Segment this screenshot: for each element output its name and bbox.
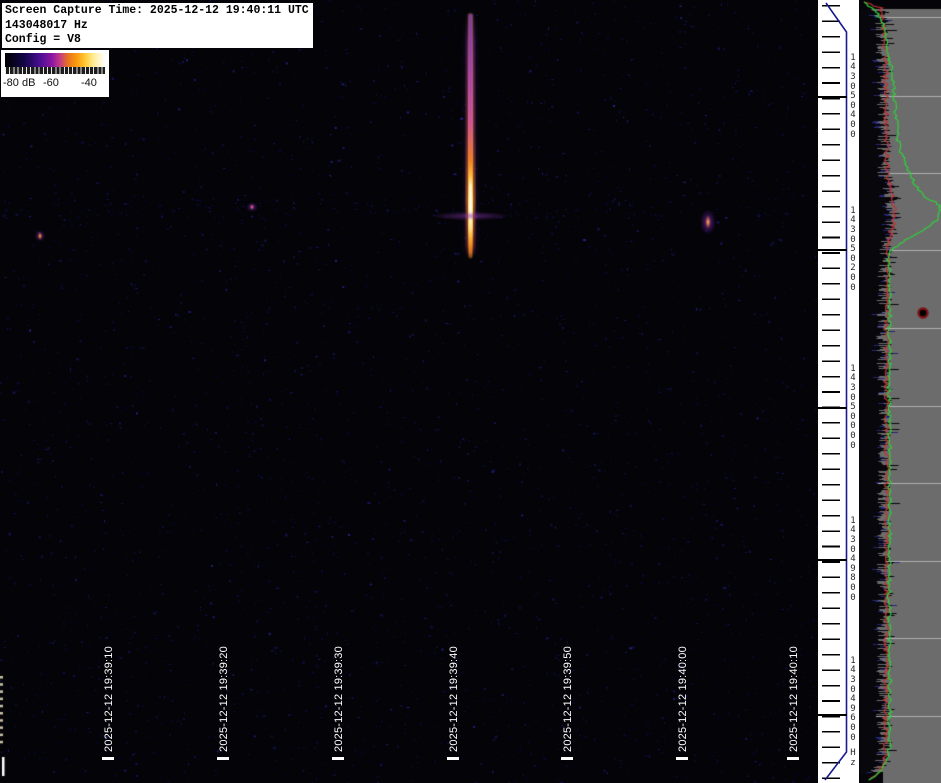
colorbar-label-mid: -60 — [43, 77, 59, 89]
frequency-axis-label: 143050200 — [847, 207, 859, 293]
time-axis-label: 2025-12-12 19:39:50 — [562, 646, 574, 752]
colorbar-label-max: -40 — [81, 77, 97, 89]
frequency-axis-label: 143050400 — [847, 54, 859, 140]
frequency-major-tick — [818, 559, 847, 561]
time-axis-label: 2025-12-12 19:40:00 — [677, 646, 689, 752]
time-axis-label: 2025-12-12 19:39:30 — [333, 646, 345, 752]
colorbar-legend: -80 dB -60 -40 — [1, 50, 109, 97]
waterfall-spectrogram-canvas — [0, 0, 818, 783]
time-axis-label-underline — [787, 757, 799, 760]
colorbar-scale-labels: -80 dB -60 -40 — [1, 75, 109, 95]
time-axis-label: 2025-12-12 19:39:40 — [448, 646, 460, 752]
meteor-monitor-screen: 143050400 143050200 143050000 143049800 1430… — [0, 0, 941, 783]
capture-time-text: Screen Capture Time: 2025-12-12 19:40:11… — [5, 4, 313, 19]
time-axis-label: 2025-12-12 19:39:10 — [103, 646, 115, 752]
frequency-axis-label: 143049800 — [847, 517, 859, 603]
capture-info-overlay: Screen Capture Time: 2025-12-12 19:40:11… — [2, 3, 313, 48]
time-axis-label: 2025-12-12 19:39:20 — [218, 646, 230, 752]
colorbar-label-min: -80 dB — [3, 77, 35, 89]
frequency-axis-unit: Hz — [847, 749, 859, 768]
colorbar-tick-comb — [5, 67, 105, 74]
time-axis-label-underline — [332, 757, 344, 760]
time-axis-label-underline — [561, 757, 573, 760]
time-axis-label-underline — [447, 757, 459, 760]
frequency-major-tick — [818, 249, 847, 251]
frequency-major-tick — [818, 96, 847, 98]
time-axis-label-underline — [676, 757, 688, 760]
frequency-major-tick — [818, 714, 847, 716]
frequency-major-tick — [818, 407, 847, 409]
frequency-axis-label: 143049600 — [847, 657, 859, 743]
time-axis-label-underline — [102, 757, 114, 760]
frequency-axis-gutter: 143050400 143050200 143050000 143049800 1430… — [818, 0, 859, 783]
frequency-axis-label: 143050000 — [847, 365, 859, 451]
colorbar-gradient — [5, 53, 105, 67]
time-axis-label-underline — [217, 757, 229, 760]
spectrum-panel-canvas — [859, 0, 941, 783]
capture-frequency-text: 143048017 Hz — [5, 19, 313, 34]
capture-config-text: Config = V8 — [5, 33, 313, 48]
time-axis-label: 2025-12-12 19:40:10 — [788, 646, 800, 752]
